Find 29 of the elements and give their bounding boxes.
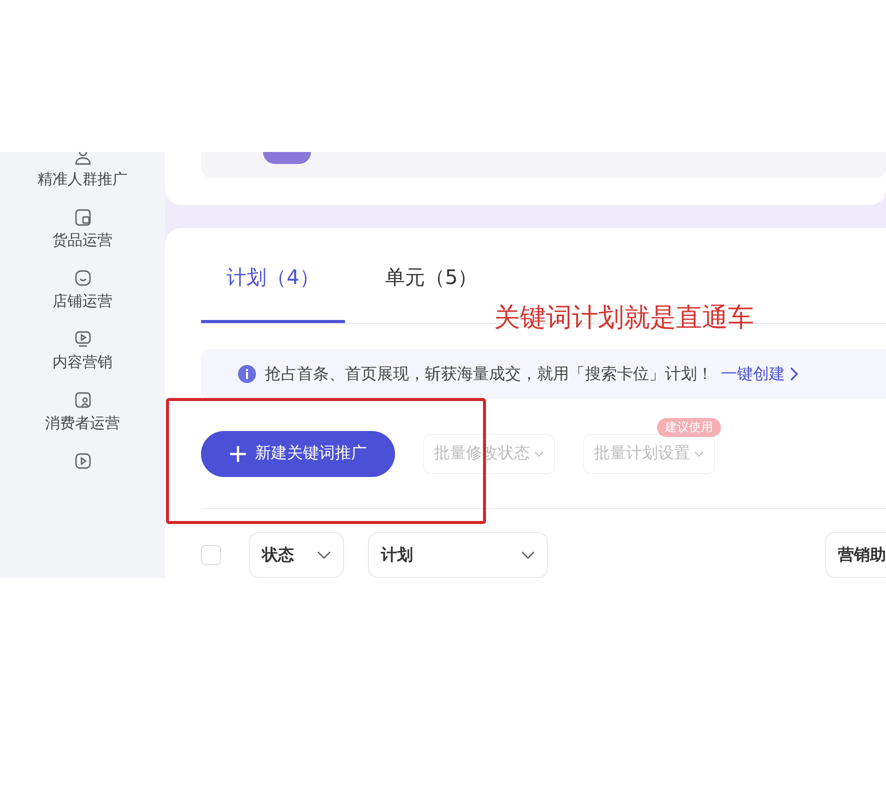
store-icon	[72, 268, 92, 288]
annotation-text: 关键词计划就是直通车	[494, 302, 754, 335]
info-icon	[237, 364, 257, 384]
caret-down-icon	[694, 450, 704, 456]
caret-down-icon	[534, 450, 544, 456]
recommend-badge: 建议使用	[657, 418, 721, 436]
sidebar-item[interactable]: 店铺运营	[52, 292, 112, 311]
play-icon	[72, 329, 92, 349]
banner-text: 抢占首条、首页展现，斩获海量成交，就用「搜索卡位」计划！	[265, 364, 713, 384]
sidebar-item[interactable]: 内容营销	[52, 353, 112, 372]
create-link[interactable]: 一键创建	[721, 364, 799, 384]
sidebar-item[interactable]: 精准人群推广	[38, 170, 128, 189]
filter-select[interactable]: 状态	[249, 532, 344, 578]
new-keyword-button[interactable]: 新建关键词推广	[201, 430, 395, 476]
video-icon	[72, 451, 92, 471]
caret-down-icon	[317, 551, 331, 559]
plus-icon	[229, 444, 247, 462]
person-icon	[72, 152, 92, 166]
filter-select[interactable]: 计划	[368, 532, 548, 578]
sidebar-item[interactable]: 消费者运营	[45, 414, 120, 433]
caret-down-icon	[521, 551, 535, 559]
clipboard-icon	[72, 207, 92, 227]
sidebar-item[interactable]: 货品运营	[52, 231, 112, 250]
tab[interactable]: 计划（4）	[201, 228, 345, 323]
contact-card-icon	[72, 390, 92, 410]
chevron-right-icon	[789, 366, 799, 382]
filter-select[interactable]: 营销助	[825, 532, 886, 578]
pill-shape-icon	[263, 152, 311, 164]
checkbox[interactable]	[201, 545, 221, 565]
